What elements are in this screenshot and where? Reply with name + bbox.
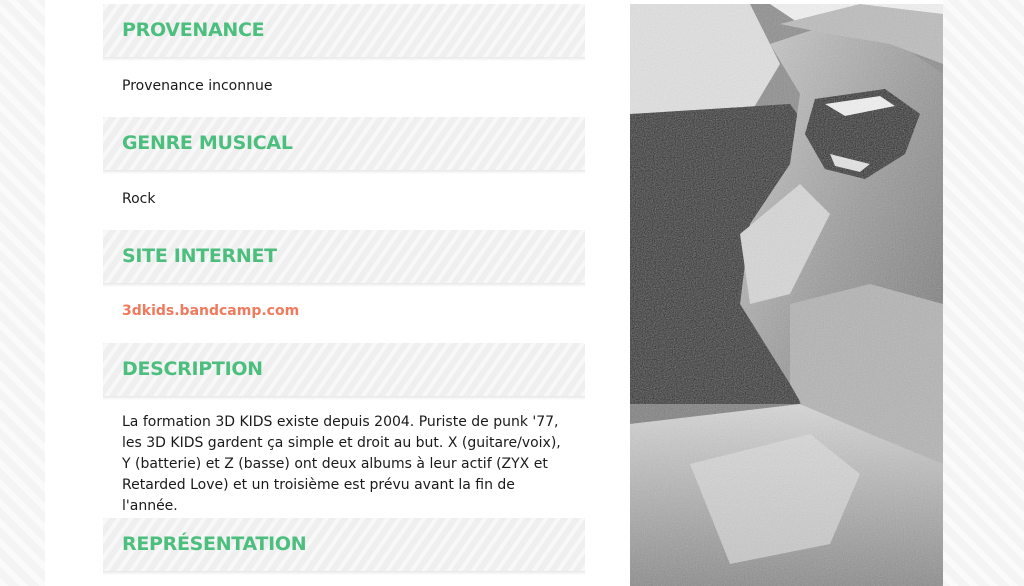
provenance-title: PROVENANCE bbox=[122, 19, 265, 41]
website-header: SITE INTERNET bbox=[103, 230, 585, 287]
page-container: PROVENANCE Provenance inconnue GENRE MUS… bbox=[45, 0, 943, 586]
description-title: DESCRIPTION bbox=[122, 358, 263, 380]
genre-header: GENRE MUSICAL bbox=[103, 117, 585, 174]
description-body: La formation 3D KIDS existe depuis 2004.… bbox=[103, 396, 585, 518]
description-text: La formation 3D KIDS existe depuis 2004.… bbox=[122, 414, 561, 514]
representation-header: REPRÉSENTATION bbox=[103, 518, 585, 575]
band-details: PROVENANCE Provenance inconnue GENRE MUS… bbox=[103, 4, 585, 575]
website-body: 3dkids.bandcamp.com bbox=[103, 283, 585, 343]
genre-title: GENRE MUSICAL bbox=[122, 132, 293, 154]
website-title: SITE INTERNET bbox=[122, 245, 277, 267]
genre-body: Rock bbox=[103, 170, 585, 230]
band-photo-icon bbox=[630, 4, 943, 586]
website-link[interactable]: 3dkids.bandcamp.com bbox=[122, 303, 299, 319]
provenance-header: PROVENANCE bbox=[103, 4, 585, 61]
provenance-body: Provenance inconnue bbox=[103, 57, 585, 117]
band-photo bbox=[630, 4, 943, 586]
provenance-value: Provenance inconnue bbox=[122, 78, 273, 94]
genre-value: Rock bbox=[122, 191, 156, 207]
description-header: DESCRIPTION bbox=[103, 343, 585, 400]
representation-title: REPRÉSENTATION bbox=[122, 533, 307, 555]
